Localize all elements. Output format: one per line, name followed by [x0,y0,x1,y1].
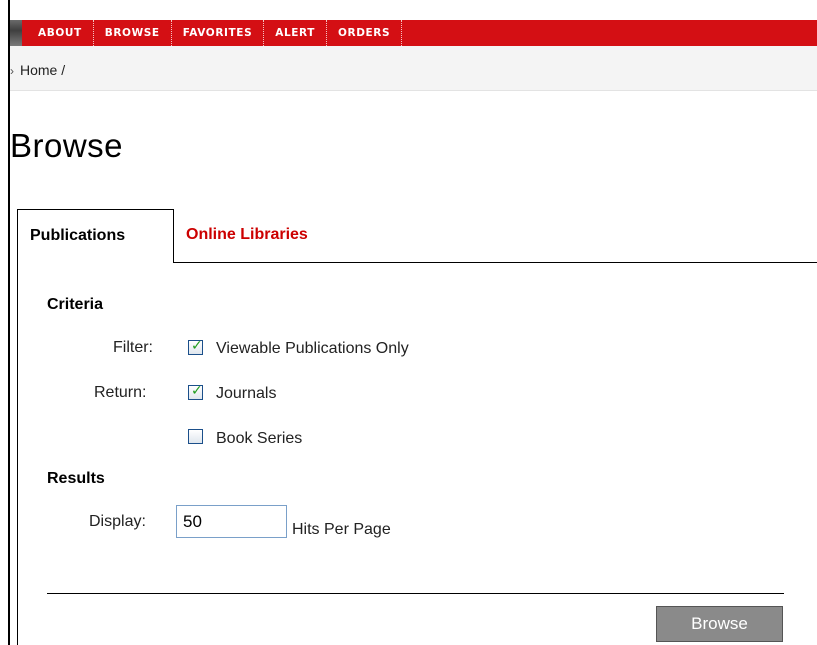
tab-publications[interactable]: Publications [17,209,174,262]
tab-strip-divider [173,262,817,263]
nav-item-favorites[interactable]: FAVORITES [172,20,265,46]
tab-publications-label: Publications [30,227,126,244]
journals-label: Journals [216,385,277,402]
breadcrumb-chevron-icon: › [10,64,14,78]
breadcrumb-home-link[interactable]: Home / [20,62,65,78]
tab-online-libraries[interactable]: Online Libraries [186,226,308,244]
criteria-heading: Criteria [47,296,104,313]
display-label: Display: [89,513,146,530]
breadcrumb: › Home / [10,62,65,78]
checkmark-icon: ✓ [191,337,203,353]
hits-per-page-label: Hits Per Page [292,521,391,538]
nav-item-orders[interactable]: ORDERS [327,20,403,46]
return-label: Return: [94,384,147,401]
book-series-checkbox[interactable] [188,429,203,444]
viewable-only-checkbox[interactable]: ✓ [188,337,203,355]
page-title: Browse [10,127,124,164]
breadcrumb-bar: › Home / [10,46,817,91]
top-navigation: ABOUT BROWSE FAVORITES ALERT ORDERS [10,20,817,46]
journals-checkbox[interactable]: ✓ [188,382,203,400]
panel-left-border [17,262,18,645]
filter-label: Filter: [113,339,153,356]
nav-item-browse[interactable]: BROWSE [94,20,172,46]
form-divider [47,593,784,594]
browse-button[interactable]: Browse [656,606,783,642]
nav-logo-stub [10,20,22,46]
hits-per-page-input[interactable] [176,505,287,538]
page-left-border [8,0,10,645]
nav-item-about[interactable]: ABOUT [22,20,94,46]
book-series-label: Book Series [216,430,303,447]
viewable-only-label: Viewable Publications Only [216,340,409,357]
results-heading: Results [47,470,105,487]
checkmark-icon: ✓ [191,382,203,398]
nav-item-alert[interactable]: ALERT [264,20,327,46]
